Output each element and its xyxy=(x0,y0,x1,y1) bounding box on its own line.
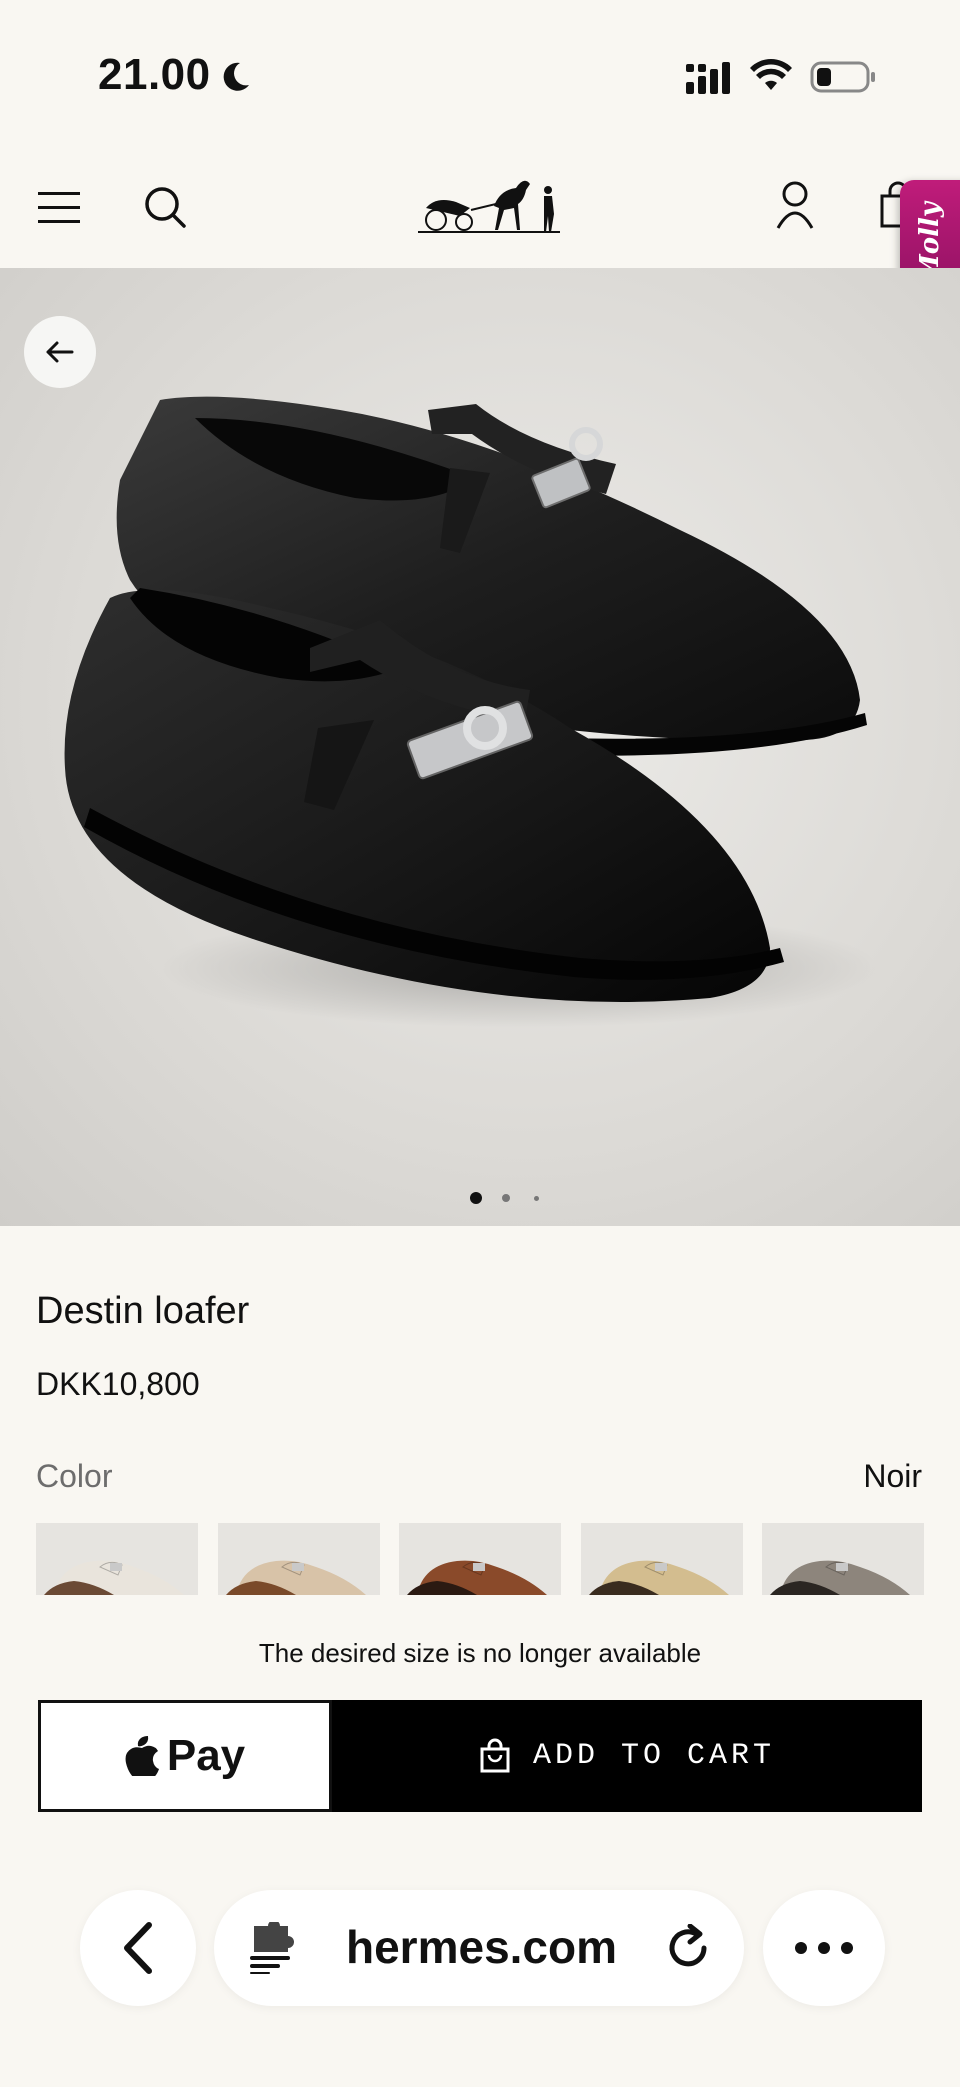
add-to-cart-button[interactable]: ADD TO CART xyxy=(332,1700,922,1812)
browser-url: hermes.com xyxy=(346,1921,618,1973)
site-header xyxy=(0,150,960,268)
selected-color-value: Noir xyxy=(863,1458,922,1494)
gallery-dot-2[interactable] xyxy=(502,1194,510,1202)
account-icon[interactable] xyxy=(775,180,815,230)
arrow-left-icon xyxy=(46,341,74,363)
status-time: 21.00 xyxy=(98,50,211,99)
add-to-cart-label: ADD TO CART xyxy=(532,1739,776,1773)
cellular-signal-icon xyxy=(686,62,730,94)
gallery-dot-3[interactable] xyxy=(533,1195,539,1201)
product-image-black-loafers xyxy=(64,396,880,1028)
product-price: DKK10,800 xyxy=(36,1366,200,1402)
reader-extension-icon[interactable] xyxy=(248,1922,298,1974)
browser-more-button[interactable] xyxy=(763,1890,885,2006)
battery-icon xyxy=(810,61,875,93)
status-bar: 21.00 xyxy=(0,0,960,150)
browser-address-bar[interactable]: hermes.com xyxy=(214,1890,744,2006)
chevron-left-icon xyxy=(124,1922,152,1974)
apple-pay-button[interactable]: Pay xyxy=(38,1700,332,1812)
search-icon[interactable] xyxy=(142,184,188,230)
product-name: Destin loafer xyxy=(36,1290,250,1332)
color-label: Color xyxy=(36,1458,113,1494)
hermes-carriage-logo[interactable] xyxy=(416,168,562,238)
apple-logo-icon xyxy=(125,1736,159,1776)
product-image-gallery[interactable] xyxy=(0,268,960,1226)
swatch-taupe[interactable] xyxy=(762,1523,924,1595)
wifi-icon xyxy=(750,59,792,90)
reload-icon[interactable] xyxy=(664,1924,714,1974)
moon-icon xyxy=(223,62,249,91)
swatch-cognac[interactable] xyxy=(399,1523,561,1595)
swatch-cream[interactable] xyxy=(36,1523,198,1595)
size-unavailable-notice: The desired size is no longer available xyxy=(258,1638,702,1668)
gallery-back-button[interactable] xyxy=(24,316,96,388)
menu-icon[interactable] xyxy=(36,188,82,228)
shopping-bag-icon xyxy=(480,1738,510,1773)
swatch-sand[interactable] xyxy=(580,1523,743,1595)
gallery-dot-1[interactable] xyxy=(470,1192,482,1204)
gallery-pagination xyxy=(470,1192,550,1208)
color-swatch-list xyxy=(36,1523,924,1595)
swatch-beige-tan[interactable] xyxy=(217,1523,380,1595)
apple-pay-label: Pay xyxy=(166,1731,246,1780)
browser-back-button[interactable] xyxy=(80,1890,196,2006)
more-options-icon xyxy=(795,1942,853,1954)
